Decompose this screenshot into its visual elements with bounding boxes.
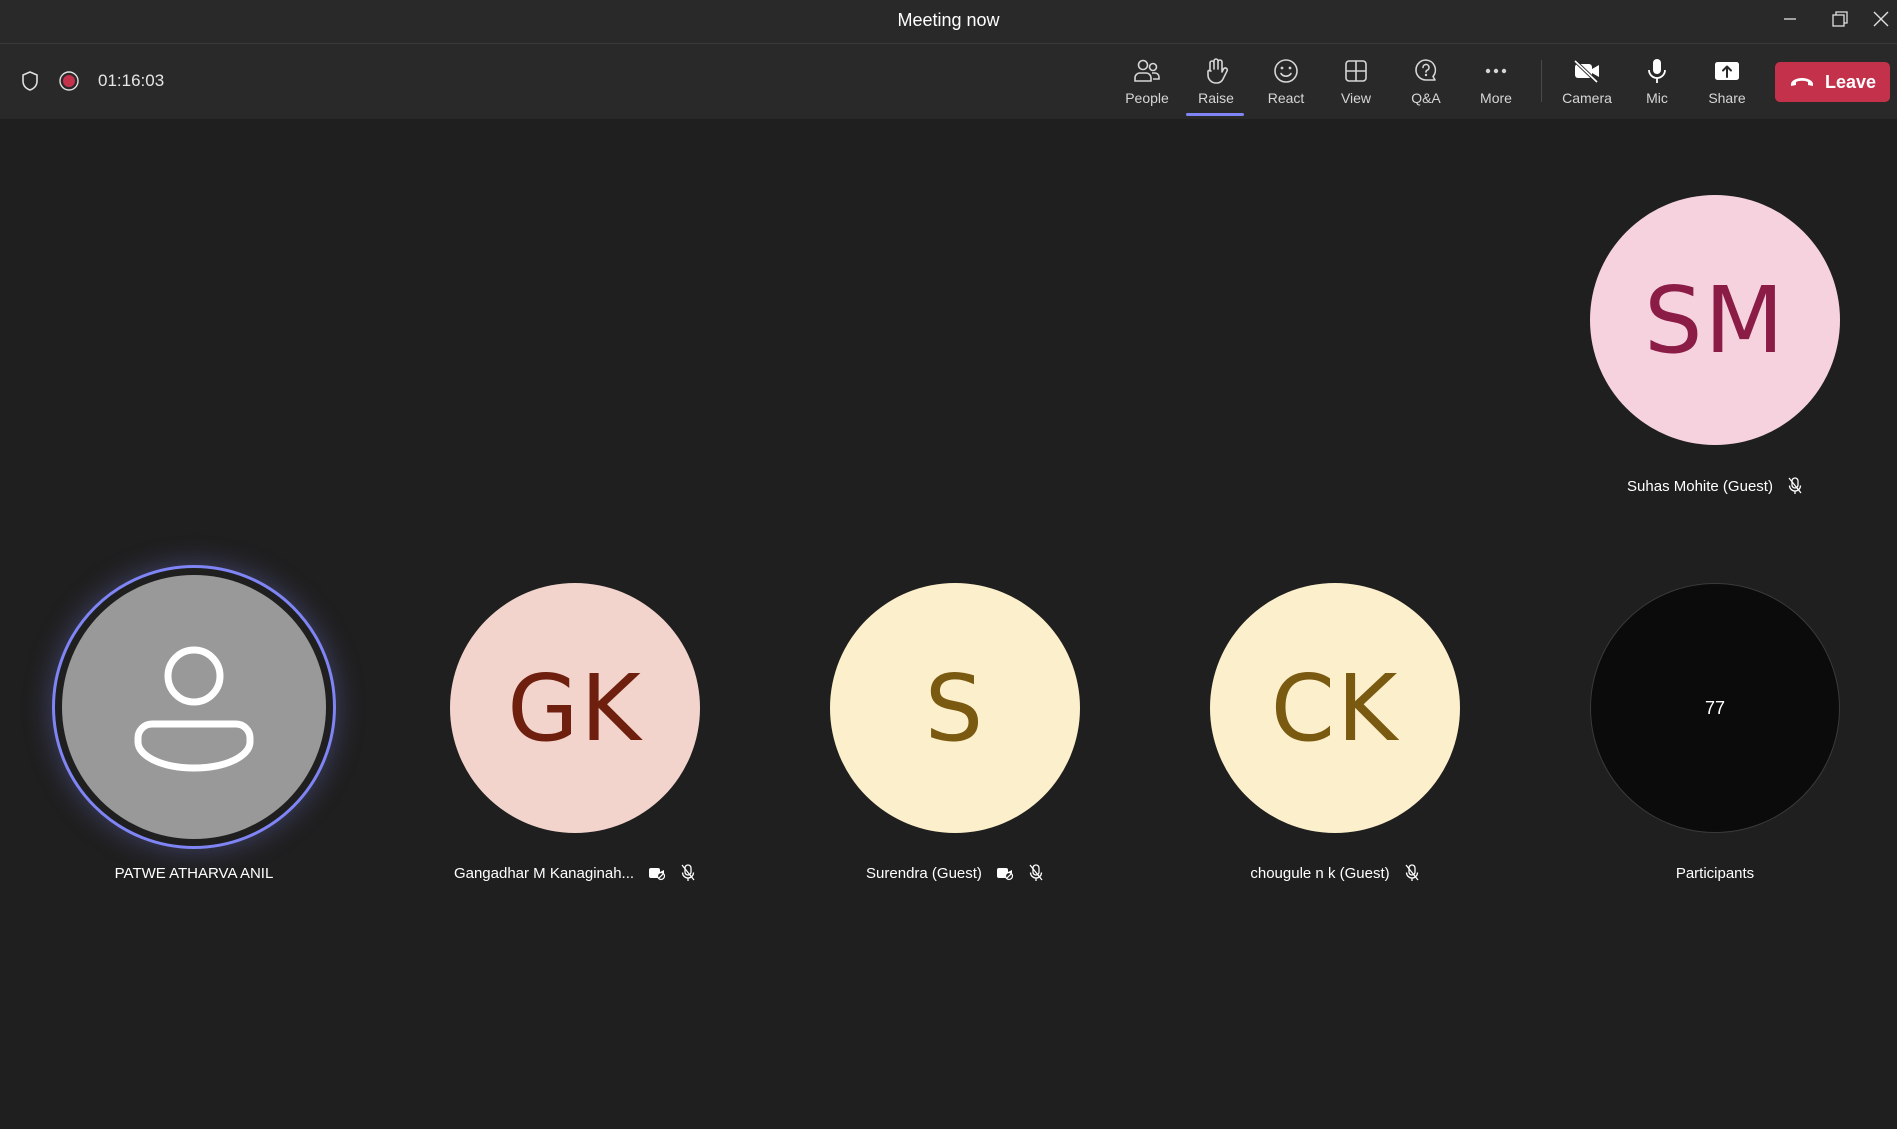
title-bar: Meeting now [0, 0, 1897, 44]
participant-name: PATWE ATHARVA ANIL [114, 864, 274, 882]
participant-name: chougule n k (Guest) [1250, 864, 1390, 882]
participant-avatar-s[interactable]: S [830, 583, 1080, 833]
people-label: People [1125, 90, 1169, 106]
toolbar-divider [1541, 60, 1542, 102]
people-button[interactable]: People [1115, 54, 1179, 112]
participant-name-row: Gangadhar M Kanaginah... [425, 861, 725, 885]
participants-label: Participants [1675, 864, 1755, 882]
raise-active-indicator [1186, 113, 1244, 116]
grid-view-icon [1341, 56, 1371, 86]
window-title: Meeting now [897, 10, 1000, 30]
participant-name: Surendra (Guest) [866, 864, 982, 882]
restore-icon [1832, 11, 1848, 27]
hand-icon [1201, 56, 1231, 86]
leave-button[interactable]: Leave [1775, 62, 1890, 102]
mic-icon [1642, 56, 1672, 86]
participant-avatar-patwe[interactable] [62, 575, 326, 839]
question-bubble-icon [1411, 56, 1441, 86]
leave-label: Leave [1824, 71, 1877, 92]
mic-off-icon [681, 864, 695, 881]
participants-label-row: Participants [1590, 861, 1840, 885]
participant-name: Gangadhar M Kanaginah... [453, 864, 635, 882]
view-button[interactable]: View [1324, 54, 1388, 112]
mic-off-icon [1029, 864, 1043, 881]
qa-label: Q&A [1411, 90, 1441, 106]
more-dots-icon [1481, 56, 1511, 86]
restore-button[interactable] [1818, 4, 1862, 34]
participant-name: Suhas Mohite (Guest) [1627, 477, 1773, 495]
participant-name-row: chougule n k (Guest) [1190, 861, 1480, 885]
raise-label: Raise [1198, 90, 1234, 106]
participant-avatar-sm[interactable]: SM [1590, 195, 1840, 445]
qa-button[interactable]: Q&A [1394, 54, 1458, 112]
participant-avatar-gk[interactable]: GK [450, 583, 700, 833]
share-screen-icon [1712, 56, 1742, 86]
view-label: View [1340, 90, 1372, 106]
more-button[interactable]: More [1464, 54, 1528, 112]
mic-label: Mic [1646, 90, 1668, 106]
person-icon [134, 646, 254, 772]
camera-button[interactable]: Camera [1555, 54, 1619, 112]
camera-off-icon [1572, 56, 1602, 86]
close-icon [1873, 11, 1889, 27]
participant-avatar-ck[interactable]: CK [1210, 583, 1460, 833]
camera-label: Camera [1562, 90, 1612, 106]
more-participants-tile[interactable]: 77 [1590, 583, 1840, 833]
avatar-initials: CK [1270, 654, 1400, 762]
participant-name-row: Suhas Mohite (Guest) [1590, 474, 1840, 498]
avatar-initials: SM [1644, 266, 1786, 374]
participant-name-row: PATWE ATHARVA ANIL [62, 861, 326, 885]
react-button[interactable]: React [1254, 54, 1318, 112]
hang-up-icon [1790, 78, 1813, 86]
camera-off-small-icon [649, 868, 666, 881]
meeting-timer: 01:16:03 [98, 71, 165, 90]
minimize-icon [1784, 18, 1796, 20]
react-label: React [1267, 90, 1305, 106]
minimize-button[interactable] [1768, 4, 1812, 34]
more-label: More [1480, 90, 1512, 106]
people-icon [1132, 56, 1162, 86]
smiley-icon [1271, 56, 1301, 86]
camera-off-small-icon [996, 868, 1014, 881]
mic-off-icon [1788, 477, 1802, 494]
recording-icon [59, 71, 79, 91]
avatar-initials: S [924, 654, 986, 762]
mic-off-icon [1405, 864, 1419, 881]
avatar-initials: GK [507, 654, 643, 762]
shield-icon[interactable] [20, 70, 40, 92]
raise-hand-button[interactable]: Raise [1184, 54, 1248, 112]
close-button[interactable] [1866, 4, 1896, 34]
share-button[interactable]: Share [1695, 54, 1759, 112]
participant-name-row: Surendra (Guest) [810, 861, 1100, 885]
share-label: Share [1708, 90, 1746, 106]
participant-count: 77 [1704, 697, 1726, 718]
mic-button[interactable]: Mic [1625, 54, 1689, 112]
